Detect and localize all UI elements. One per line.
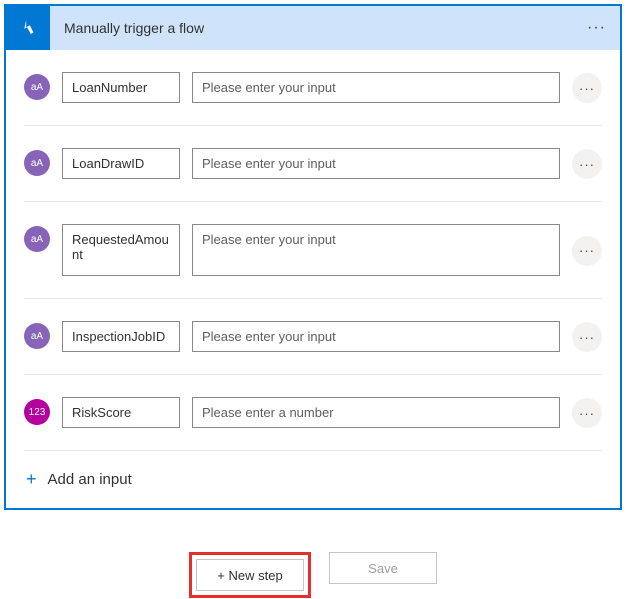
input-row: aA LoanNumber Please enter your input ··… bbox=[24, 50, 602, 126]
row-menu-button[interactable]: ··· bbox=[572, 398, 602, 428]
card-menu-button[interactable]: ··· bbox=[573, 19, 620, 37]
text-type-icon: aA bbox=[24, 323, 50, 349]
new-step-button[interactable]: + New step bbox=[196, 559, 304, 591]
row-menu-button[interactable]: ··· bbox=[572, 236, 602, 266]
row-menu-button[interactable]: ··· bbox=[572, 149, 602, 179]
trigger-icon bbox=[6, 6, 50, 50]
param-name-field[interactable]: LoanDrawID bbox=[62, 148, 180, 179]
param-value-field[interactable]: Please enter a number bbox=[192, 397, 560, 428]
new-step-highlight: + New step bbox=[189, 552, 311, 598]
add-input-label: Add an input bbox=[48, 471, 132, 488]
input-row: aA LoanDrawID Please enter your input ··… bbox=[24, 126, 602, 202]
param-value-field[interactable]: Please enter your input bbox=[192, 321, 560, 352]
param-value-field[interactable]: Please enter your input bbox=[192, 148, 560, 179]
param-value-field[interactable]: Please enter your input bbox=[192, 224, 560, 276]
input-row: 123 RiskScore Please enter a number ··· bbox=[24, 375, 602, 451]
param-name-field[interactable]: LoanNumber bbox=[62, 72, 180, 103]
inputs-container: aA LoanNumber Please enter your input ··… bbox=[6, 50, 620, 508]
row-menu-button[interactable]: ··· bbox=[572, 73, 602, 103]
number-type-icon: 123 bbox=[24, 399, 50, 425]
param-value-field[interactable]: Please enter your input bbox=[192, 72, 560, 103]
param-name-field[interactable]: RiskScore bbox=[62, 397, 180, 428]
card-header: Manually trigger a flow ··· bbox=[6, 6, 620, 50]
plus-icon: + bbox=[26, 469, 37, 490]
text-type-icon: aA bbox=[24, 226, 50, 252]
row-menu-button[interactable]: ··· bbox=[572, 322, 602, 352]
save-button: Save bbox=[329, 552, 437, 584]
param-name-field[interactable]: RequestedAmount bbox=[62, 224, 180, 276]
input-row: aA RequestedAmount Please enter your inp… bbox=[24, 202, 602, 299]
param-name-field[interactable]: InspectionJobID bbox=[62, 321, 180, 352]
footer-buttons: + New step Save bbox=[0, 514, 626, 598]
text-type-icon: aA bbox=[24, 150, 50, 176]
trigger-card: Manually trigger a flow ··· aA LoanNumbe… bbox=[4, 4, 622, 510]
card-title: Manually trigger a flow bbox=[64, 20, 573, 36]
text-type-icon: aA bbox=[24, 74, 50, 100]
add-input-button[interactable]: + Add an input bbox=[24, 451, 602, 508]
input-row: aA InspectionJobID Please enter your inp… bbox=[24, 299, 602, 375]
